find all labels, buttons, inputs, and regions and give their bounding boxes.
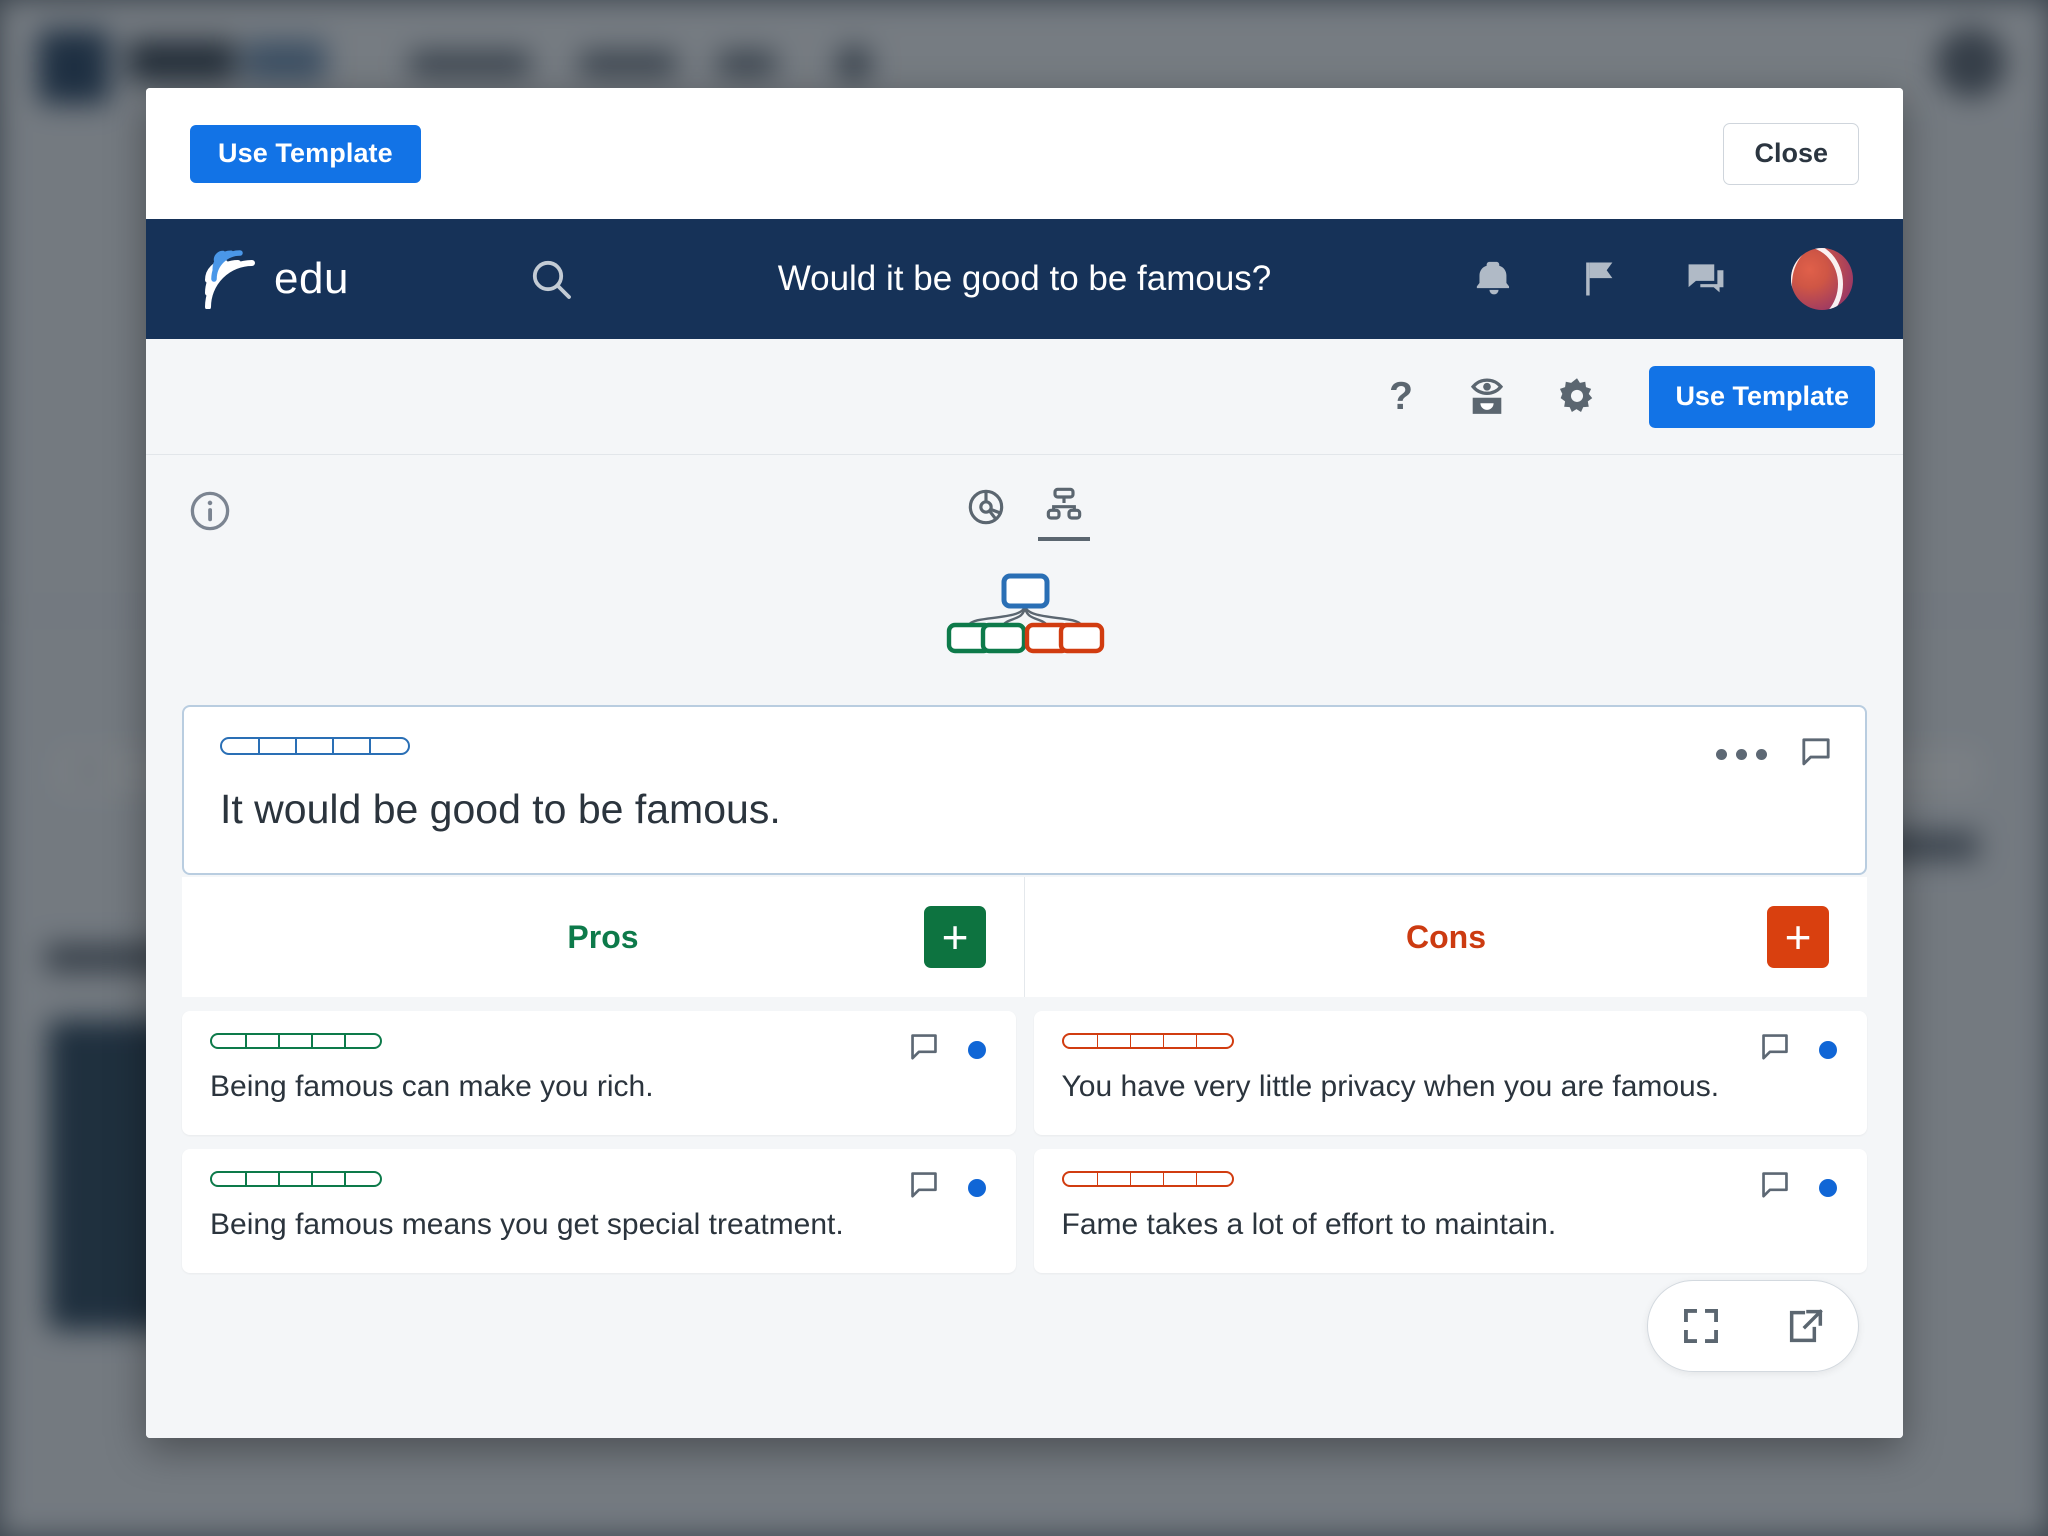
comment-icon[interactable] <box>908 1031 940 1068</box>
avatar[interactable] <box>1791 248 1853 310</box>
gear-icon[interactable] <box>1555 375 1599 419</box>
claim-actions <box>1716 735 1833 774</box>
comment-icon[interactable] <box>908 1169 940 1206</box>
comment-icon[interactable] <box>1799 735 1833 774</box>
more-options-icon[interactable] <box>1716 749 1767 760</box>
cons-header: Cons + <box>1025 877 1867 997</box>
list-item[interactable]: Being famous can make you rich. <box>182 1011 1016 1135</box>
claim-card[interactable]: It would be good to be famous. <box>182 705 1867 875</box>
app-header: edu Would it be good to be famous? <box>146 219 1903 339</box>
template-toolbar: ? Use Template <box>146 339 1903 455</box>
claim-text: It would be good to be famous. <box>220 786 781 832</box>
argument-text: Being famous means you get special treat… <box>210 1208 844 1241</box>
argument-text: Being famous can make you rich. <box>210 1070 654 1103</box>
pros-header: Pros + <box>182 877 1025 997</box>
comment-icon[interactable] <box>1759 1169 1791 1206</box>
brand[interactable]: edu <box>202 249 349 310</box>
cons-column: You have very little privacy when you ar… <box>1033 1011 1867 1273</box>
impact-bar-green-icon <box>210 1171 382 1187</box>
use-template-button-toolbar[interactable]: Use Template <box>1649 365 1875 428</box>
add-con-button[interactable]: + <box>1767 906 1829 968</box>
impact-bar-green-icon <box>210 1033 382 1049</box>
impact-bar-red-icon <box>1061 1171 1234 1187</box>
unread-dot-icon[interactable] <box>967 1178 986 1197</box>
argument-text: You have very little privacy when you ar… <box>1061 1070 1720 1103</box>
pros-cons-grid: Being famous can make you rich. Being fa… <box>182 1011 1867 1273</box>
header-actions <box>1473 248 1869 310</box>
modal-action-bar: Use Template Close <box>146 88 1903 219</box>
pros-column: Being famous can make you rich. Being fa… <box>182 1011 1016 1273</box>
list-item[interactable]: Fame takes a lot of effort to maintain. <box>1033 1149 1867 1273</box>
pros-cons-header: Pros + Cons + <box>182 877 1867 997</box>
brand-text: edu <box>274 254 349 303</box>
impact-bar-red-icon <box>1061 1033 1234 1049</box>
fullscreen-icon[interactable] <box>1680 1305 1722 1347</box>
tree-preview-thumbnail[interactable] <box>146 563 1903 663</box>
argument-actions <box>1759 1031 1837 1068</box>
bell-icon[interactable] <box>1473 257 1515 301</box>
argument-actions <box>1759 1169 1837 1206</box>
open-external-icon[interactable] <box>1786 1306 1826 1346</box>
hamburger-menu-icon[interactable] <box>415 258 465 300</box>
unread-dot-icon[interactable] <box>1819 1040 1837 1059</box>
add-pro-button[interactable]: + <box>924 906 986 968</box>
unread-dot-icon[interactable] <box>1819 1178 1837 1197</box>
comment-icon[interactable] <box>1759 1031 1791 1068</box>
eye-over-tray-icon[interactable] <box>1465 375 1509 419</box>
visualization-tabs <box>146 481 1903 541</box>
search-icon[interactable] <box>527 255 575 303</box>
pros-label: Pros <box>567 918 639 955</box>
visualization-section <box>146 455 1903 705</box>
kialo-waves-logo-icon <box>202 249 260 310</box>
chat-bubbles-icon[interactable] <box>1683 257 1729 301</box>
close-button[interactable]: Close <box>1723 122 1859 185</box>
list-item[interactable]: Being famous means you get special treat… <box>182 1149 1016 1273</box>
cons-label: Cons <box>1406 918 1486 955</box>
flag-icon[interactable] <box>1577 257 1621 301</box>
argument-actions <box>908 1031 986 1068</box>
use-template-button-top[interactable]: Use Template <box>190 124 421 183</box>
unread-dot-icon[interactable] <box>967 1040 986 1059</box>
argument-text: Fame takes a lot of effort to maintain. <box>1061 1208 1557 1241</box>
tab-perspectives-pie-chart-icon[interactable] <box>960 481 1012 541</box>
impact-bar-blue-icon <box>220 737 410 755</box>
tab-tree-hierarchy-icon[interactable] <box>1037 481 1090 541</box>
question-mark-icon[interactable]: ? <box>1383 374 1419 420</box>
argument-actions <box>908 1169 986 1206</box>
list-item[interactable]: You have very little privacy when you ar… <box>1033 1011 1867 1135</box>
discussion-content: It would be good to be famous. Pros + Co… <box>146 705 1903 1438</box>
floating-view-controls <box>1647 1280 1859 1372</box>
template-preview-modal: Use Template Close edu Would it be good … <box>146 88 1903 1438</box>
svg-text:?: ? <box>1390 375 1414 418</box>
